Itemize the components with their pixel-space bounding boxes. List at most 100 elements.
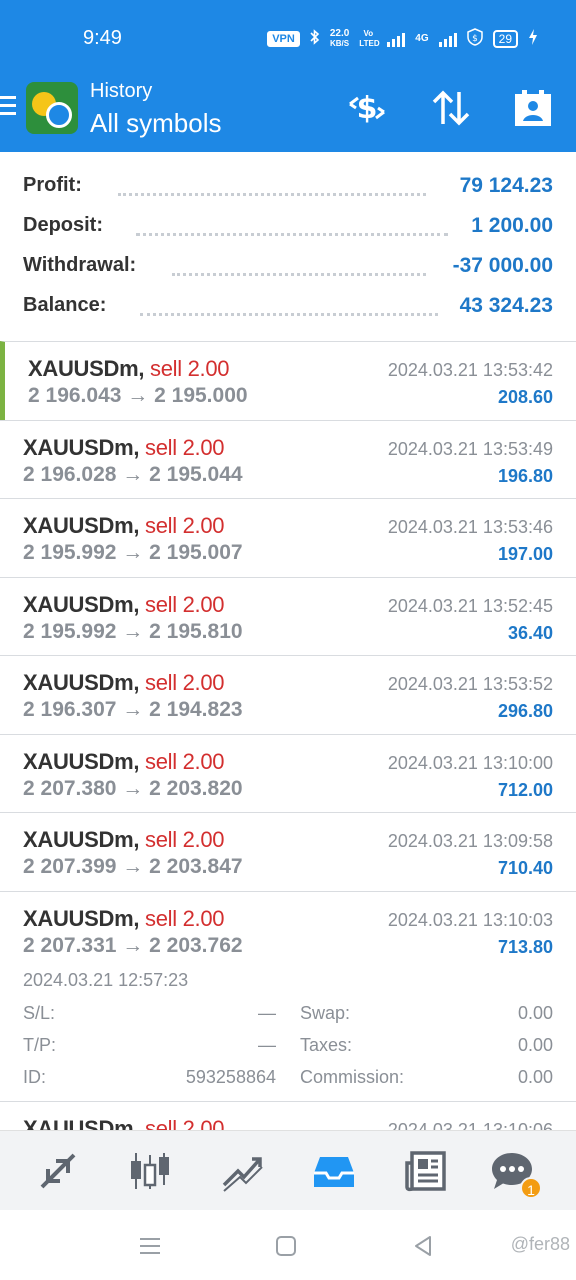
deposit-dollar-icon[interactable]: $	[346, 88, 386, 128]
trade-prices: 2 207.399 → 2 203.847	[23, 855, 243, 879]
trade-symbol: XAUUSDm, sell 2.00	[23, 434, 225, 461]
close-price: 2 195.000	[154, 384, 248, 407]
trade-row[interactable]: XAUUSDm, sell 2.00 2 207.399 → 2 203.847…	[0, 812, 576, 891]
trade-symbol: XAUUSDm, sell 2.00	[23, 670, 225, 696]
header-title[interactable]: All symbols	[90, 108, 221, 139]
summary-label: Profit:	[23, 174, 82, 196]
trade-time: 2024.03.21 13:53:52	[387, 674, 553, 694]
trade-side: sell 2.00	[145, 434, 225, 460]
calendar-icon[interactable]	[513, 88, 553, 128]
status-bar: 9:49 VPN 22.0 KB/S Vo LTED 4G $ 29	[0, 0, 576, 76]
trade-row[interactable]: XAUUSDm, sell 2.00 2 207.380 → 2 203.820…	[0, 733, 576, 813]
trade-prices: 2 196.028 → 2 195.044	[23, 463, 243, 487]
trade-symbol: XAUUSDm, sell 2.00	[23, 513, 225, 539]
arrow-icon: →	[122, 855, 144, 878]
arrow-icon: →	[122, 619, 144, 643]
symbol-text: XAUUSDm,	[23, 591, 140, 617]
trade-profit: 710.40	[497, 858, 553, 878]
trade-side: sell 2.00	[145, 670, 225, 695]
messages-icon[interactable]: 1	[490, 1149, 542, 1199]
trade-symbol: XAUUSDm, sell 2.00	[23, 591, 225, 618]
trade-side: sell 2.00	[145, 591, 225, 617]
taxes-label: Taxes:	[300, 1034, 353, 1055]
summary-withdrawal: Withdrawal: -37 000.00	[0, 248, 576, 288]
sl-value: —	[258, 1002, 276, 1023]
menu-icon[interactable]	[0, 96, 16, 120]
quotes-icon[interactable]	[36, 1149, 80, 1193]
trade-symbol: XAUUSDm, sell 2.00	[23, 749, 225, 775]
news-icon[interactable]	[404, 1149, 448, 1193]
symbol-text: XAUUSDm,	[23, 670, 140, 695]
summary-value: 43 324.23	[459, 294, 553, 317]
arrow-icon: →	[122, 776, 144, 800]
chart-icon[interactable]	[128, 1149, 172, 1193]
app-header: 9:49 VPN 22.0 KB/S Vo LTED 4G $ 29 Histo…	[0, 0, 576, 152]
network-speed-value: 22.0	[329, 27, 350, 39]
trade-row[interactable]: XAUUSDm, sell 2.00 2 196.028 → 2 195.044…	[0, 419, 576, 499]
trade-time: 2024.03.21 13:53:42	[387, 360, 553, 380]
network-speed: 22.0 KB/S	[329, 27, 350, 49]
arrow-icon: →	[127, 384, 149, 407]
status-time: 9:49	[83, 27, 122, 49]
trade-prices: 2 207.380 → 2 203.820	[23, 777, 243, 801]
trade-row-expanded[interactable]: XAUUSDm, sell 2.00 2 207.331 → 2 203.762…	[0, 890, 576, 1101]
trade-prices: 2 207.331 → 2 203.762	[23, 934, 243, 958]
back-icon[interactable]	[410, 1232, 438, 1260]
trade-side: sell 2.00	[145, 905, 225, 931]
bottom-navigation: 1	[0, 1130, 576, 1210]
header-subtitle: History	[90, 80, 153, 102]
symbol-text: XAUUSDm,	[23, 905, 140, 931]
battery-icon: 29	[492, 29, 518, 48]
open-price: 2 196.043	[28, 384, 122, 407]
vpn-icon: VPN	[267, 30, 300, 47]
watermark: @fer88	[510, 1234, 570, 1254]
open-price: 2 207.380	[23, 776, 117, 800]
svg-text:$: $	[357, 91, 378, 126]
dotted-leader	[140, 296, 438, 316]
trade-profit: 196.80	[497, 465, 553, 486]
summary-label: Deposit:	[23, 214, 103, 236]
trade-prices: 2 195.992 → 2 195.007	[23, 541, 243, 565]
symbol-text: XAUUSDm,	[23, 434, 140, 460]
trade-profit: 197.00	[497, 544, 553, 564]
summary-label: Withdrawal:	[23, 254, 137, 276]
trade-time: 2024.03.21 13:09:58	[387, 831, 553, 851]
summary-deposit: Deposit: 1 200.00	[0, 208, 576, 248]
trade-time: 2024.03.21 13:10:03	[387, 909, 553, 930]
trade-row[interactable]: XAUUSDm, sell 2.00 2 196.307 → 2 194.823…	[0, 655, 576, 734]
trade-time: 2024.03.21 13:52:45	[387, 595, 553, 616]
trade-icon[interactable]	[220, 1149, 264, 1193]
summary-balance: Balance: 43 324.23	[0, 288, 576, 328]
sort-arrows-icon[interactable]	[430, 88, 470, 128]
recent-apps-icon[interactable]	[136, 1232, 164, 1260]
close-price: 2 203.820	[149, 776, 243, 800]
trade-prices: 2 195.992 → 2 195.810	[23, 620, 243, 644]
trade-symbol: XAUUSDm, sell 2.00	[23, 827, 225, 853]
trade-profit: 713.80	[497, 936, 553, 957]
status-icons: VPN 22.0 KB/S Vo LTED 4G $ 29	[267, 28, 538, 49]
close-price: 2 195.810	[149, 619, 243, 643]
trade-profit: 712.00	[497, 779, 553, 800]
trade-symbol: XAUUSDm, sell 2.00	[28, 356, 230, 382]
trade-time: 2024.03.21 13:10:00	[387, 752, 553, 773]
summary-value: -37 000.00	[452, 254, 553, 277]
arrow-icon: →	[122, 541, 144, 564]
dotted-leader	[136, 216, 448, 236]
trade-row[interactable]: XAUUSDm, sell 2.00 2 196.043 → 2 195.000…	[0, 341, 576, 420]
trade-profit: 36.40	[507, 622, 553, 643]
open-price: 2 207.399	[23, 855, 117, 878]
symbol-text: XAUUSDm,	[28, 356, 145, 381]
arrow-icon: →	[122, 698, 144, 721]
close-price: 2 195.044	[149, 462, 243, 486]
arrow-icon: →	[122, 933, 144, 957]
history-icon[interactable]	[312, 1149, 356, 1193]
home-icon[interactable]	[272, 1232, 300, 1260]
taxes-value: 0.00	[517, 1034, 553, 1055]
trade-time: 2024.03.21 13:53:49	[387, 438, 553, 459]
trade-row[interactable]: XAUUSDm, sell 2.00 2 195.992 → 2 195.810…	[0, 576, 576, 656]
commission-value: 0.00	[517, 1066, 553, 1087]
symbol-text: XAUUSDm,	[23, 513, 140, 538]
summary-label: Balance:	[23, 294, 107, 316]
trade-row[interactable]: XAUUSDm, sell 2.00 2 195.992 → 2 195.007…	[0, 498, 576, 577]
trade-side: sell 2.00	[145, 513, 225, 538]
